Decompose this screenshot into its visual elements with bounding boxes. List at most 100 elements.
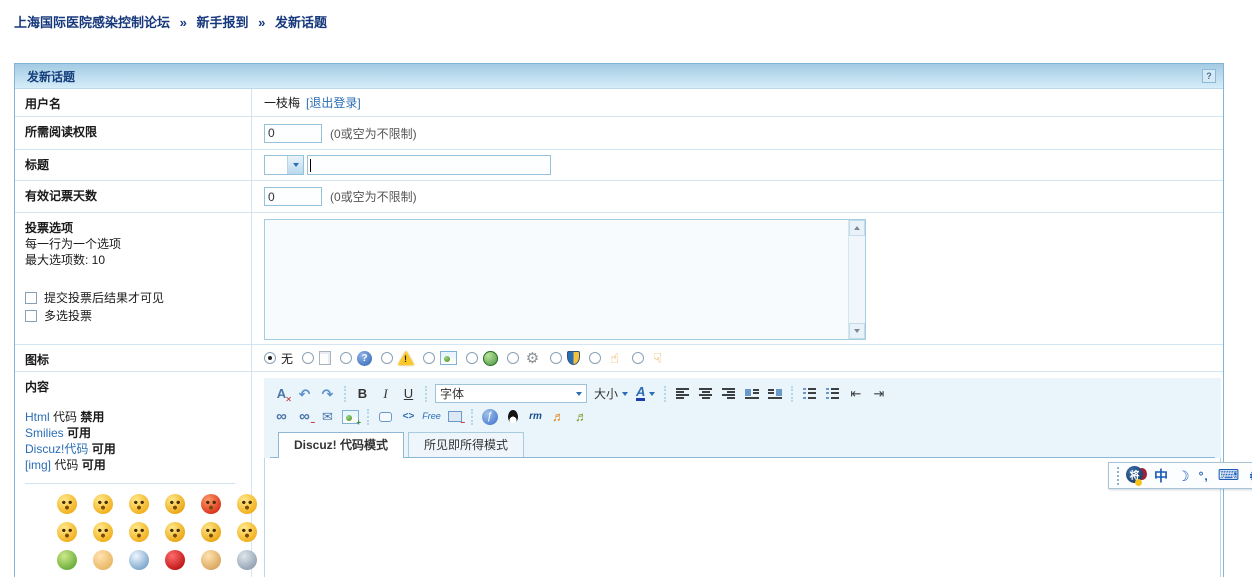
chevron-down-icon[interactable]: [287, 156, 303, 174]
scroll-up-icon[interactable]: [849, 220, 865, 236]
smiley-grimace-icon[interactable]: [201, 522, 221, 542]
flash-button[interactable]: ƒ: [478, 407, 501, 427]
align-left-button[interactable]: [671, 384, 694, 404]
question-icon-option[interactable]: [340, 351, 372, 366]
soft-keyboard-icon[interactable]: ⌨: [1218, 468, 1240, 483]
insert-image-button[interactable]: +: [339, 407, 362, 427]
float-right-button[interactable]: [763, 384, 786, 404]
toolbar-separator: [664, 386, 666, 402]
font-color-button[interactable]: A: [632, 386, 659, 401]
drag-handle[interactable]: [1117, 467, 1119, 485]
tab-wysiwyg-mode[interactable]: 所见即所得模式: [408, 432, 524, 457]
smiley-smile-icon[interactable]: [57, 522, 77, 542]
smiley-biggrin-icon[interactable]: [129, 494, 149, 514]
redo-button[interactable]: ↷: [316, 384, 339, 404]
indent-button[interactable]: ⇥: [867, 384, 890, 404]
smiley-rolleyes-icon[interactable]: [57, 494, 77, 514]
align-center-button[interactable]: [694, 384, 717, 404]
poll-days-row: 有效记票天数 (0或空为不限制): [15, 181, 1223, 213]
undo-button[interactable]: ↶: [293, 384, 316, 404]
icon-radio[interactable]: [340, 352, 352, 364]
smiley-clock-icon[interactable]: [129, 550, 149, 570]
scrollbar[interactable]: [848, 220, 865, 339]
collapse-icon[interactable]: ?: [1202, 69, 1216, 83]
smiley-furious-icon[interactable]: [201, 494, 221, 514]
font-family-select[interactable]: 字体: [435, 384, 587, 403]
remove-format-button[interactable]: A✕: [270, 384, 293, 404]
icon-option-none[interactable]: 无: [264, 350, 293, 367]
smiley-hug-icon[interactable]: [57, 550, 77, 570]
perm-smilies: Smilies 可用: [25, 425, 243, 441]
chinese-mode-icon[interactable]: 中: [1154, 469, 1168, 483]
icon-radio[interactable]: [423, 352, 435, 364]
poll-multichoice-checkbox[interactable]: [25, 310, 37, 322]
badge: +: [356, 419, 361, 427]
rm-button[interactable]: rm: [524, 407, 547, 427]
read-permission-input[interactable]: [264, 124, 322, 143]
ime-settings-icon[interactable]: ⚙⚙: [1248, 469, 1252, 483]
page-icon-option[interactable]: [302, 351, 331, 365]
qq-button[interactable]: [501, 407, 524, 427]
title-category-select[interactable]: [264, 155, 304, 175]
free-button[interactable]: Free: [420, 407, 443, 427]
unordered-list-icon: [826, 388, 839, 399]
icon-radio[interactable]: [466, 352, 478, 364]
editor-text-area[interactable]: [264, 458, 1221, 577]
font-size-select[interactable]: 大小: [590, 385, 632, 402]
icon-radio[interactable]: [589, 352, 601, 364]
title-input[interactable]: [307, 155, 551, 175]
bold-button[interactable]: B: [351, 384, 374, 404]
italic-button[interactable]: I: [374, 384, 397, 404]
icon-radio[interactable]: [302, 352, 314, 364]
underline-button[interactable]: U: [397, 384, 420, 404]
email-button[interactable]: ✉: [316, 407, 339, 427]
icon-radio[interactable]: [632, 352, 644, 364]
quote-icon: [379, 412, 392, 422]
poll-multichoice-option[interactable]: 多选投票: [25, 308, 243, 324]
smiley-disdain-icon[interactable]: [93, 522, 113, 542]
poll-visible-after-vote-checkbox[interactable]: [25, 292, 37, 304]
thumb-up-icon-option[interactable]: ☝: [589, 350, 623, 366]
smiley-kiss-lips-icon[interactable]: [165, 550, 185, 570]
wma-button[interactable]: ♬: [547, 407, 570, 427]
shield-icon-option[interactable]: [550, 351, 580, 365]
smiley-victory-icon[interactable]: [93, 550, 113, 570]
scroll-down-icon[interactable]: [849, 323, 865, 339]
outdent-button[interactable]: ⇤: [844, 384, 867, 404]
breadcrumb-section-link[interactable]: 新手报到: [197, 15, 249, 30]
smiley-handshake-icon[interactable]: [201, 550, 221, 570]
globe-icon-option[interactable]: [466, 351, 498, 366]
unordered-list-button[interactable]: [821, 384, 844, 404]
smiley-annoyed-icon[interactable]: [165, 522, 185, 542]
tab-discuz-code-mode[interactable]: Discuz! 代码模式: [278, 432, 404, 458]
align-right-button[interactable]: [717, 384, 740, 404]
gear-icon-option[interactable]: ⚙: [507, 350, 541, 366]
punctuation-mode-icon[interactable]: °,: [1199, 470, 1209, 482]
quote-button[interactable]: [374, 407, 397, 427]
image-icon-option[interactable]: [423, 351, 457, 365]
ime-logo-icon[interactable]: 将: [1126, 466, 1145, 485]
smiley-cry-icon[interactable]: [165, 494, 185, 514]
code-button[interactable]: <>: [397, 407, 420, 427]
hide-button[interactable]: −: [443, 407, 466, 427]
icon-radio[interactable]: [381, 352, 393, 364]
smiley-giggle-icon[interactable]: [129, 522, 149, 542]
link-button[interactable]: ∞: [270, 407, 293, 427]
icon-radio-none[interactable]: [264, 352, 276, 364]
unlink-button[interactable]: ∞−: [293, 407, 316, 427]
fullwidth-mode-icon[interactable]: ☽: [1177, 469, 1190, 483]
breadcrumb-page-link[interactable]: 发新话题: [275, 15, 327, 30]
poll-visible-after-vote-option[interactable]: 提交投票后结果才可见: [25, 290, 243, 306]
ordered-list-button[interactable]: [798, 384, 821, 404]
poll-days-input[interactable]: [264, 187, 322, 206]
wav-button[interactable]: ♬: [570, 407, 593, 427]
breadcrumb-forum-link[interactable]: 上海国际医院感染控制论坛: [14, 15, 170, 30]
thumb-down-icon-option[interactable]: ☟: [632, 350, 666, 366]
float-left-button[interactable]: [740, 384, 763, 404]
icon-radio[interactable]: [550, 352, 562, 364]
poll-options-textarea[interactable]: [264, 219, 866, 340]
logout-link[interactable]: [退出登录]: [306, 94, 361, 111]
icon-radio[interactable]: [507, 352, 519, 364]
warning-icon-option[interactable]: [381, 351, 414, 365]
smiley-sad-icon[interactable]: [93, 494, 113, 514]
